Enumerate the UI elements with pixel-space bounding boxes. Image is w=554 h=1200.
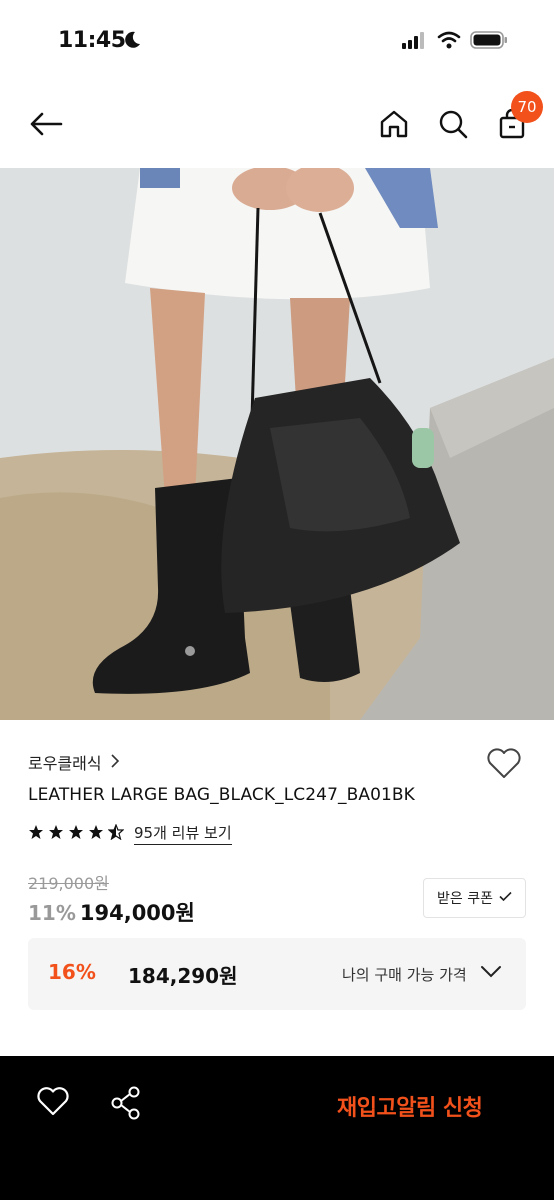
star-icon (48, 824, 64, 844)
discount-rate: 11% (28, 901, 76, 925)
search-icon (438, 109, 468, 143)
brand-name: 로우클래식 (28, 754, 102, 773)
back-button[interactable] (26, 106, 66, 146)
heart-icon (36, 1087, 70, 1122)
home-icon (379, 109, 409, 143)
signal-icon (402, 31, 428, 53)
share-button[interactable] (110, 1086, 142, 1124)
header (0, 84, 554, 168)
brand-link[interactable]: 로우클래식 (28, 750, 120, 774)
status-indicators (402, 31, 508, 53)
back-arrow-icon (29, 112, 63, 140)
status-time: 11:45 (58, 28, 126, 53)
sale-price: 194,000원 (79, 901, 195, 925)
coupon-button[interactable]: 받은 쿠폰 (423, 878, 526, 918)
chevron-right-icon (110, 753, 120, 772)
cart-count-badge: 70 (511, 91, 543, 123)
moon-icon (122, 30, 142, 54)
wishlist-button[interactable] (486, 748, 522, 784)
star-half-icon (107, 822, 125, 844)
status-bar: 11:45 (0, 0, 554, 84)
rating: 95개 리뷰 보기 (28, 822, 232, 845)
wifi-icon (437, 31, 461, 53)
original-price: 219,000원 (28, 874, 109, 893)
heart-icon (486, 748, 522, 784)
chevron-down-icon (480, 964, 502, 983)
bottom-wishlist-button[interactable] (36, 1086, 70, 1122)
restock-alert-button[interactable]: 재입고알림 신청 (337, 1090, 483, 1122)
bottom-action-bar: 재입고알림 신청 (0, 1056, 554, 1200)
coupon-label: 받은 쿠폰 (437, 891, 493, 907)
search-button[interactable] (433, 106, 473, 146)
home-button[interactable] (374, 106, 414, 146)
star-icon (68, 824, 84, 844)
my-discount-rate: 16% (48, 960, 96, 984)
share-icon (110, 1086, 142, 1124)
star-icon (88, 824, 104, 844)
product-title: LEATHER LARGE BAG_BLACK_LC247_BA01BK (28, 785, 415, 805)
star-icon (28, 824, 44, 844)
my-price-label: 나의 구매 가능 가격 (342, 966, 467, 984)
battery-icon (470, 31, 508, 53)
review-link[interactable]: 95개 리뷰 보기 (134, 822, 232, 845)
product-image (0, 168, 554, 720)
check-icon (499, 890, 512, 906)
my-price: 184,290원 (128, 964, 238, 988)
price-row: 11% 194,000원 (28, 897, 195, 927)
my-price-box[interactable]: 16% 184,290원 나의 구매 가능 가격 (28, 938, 526, 1010)
